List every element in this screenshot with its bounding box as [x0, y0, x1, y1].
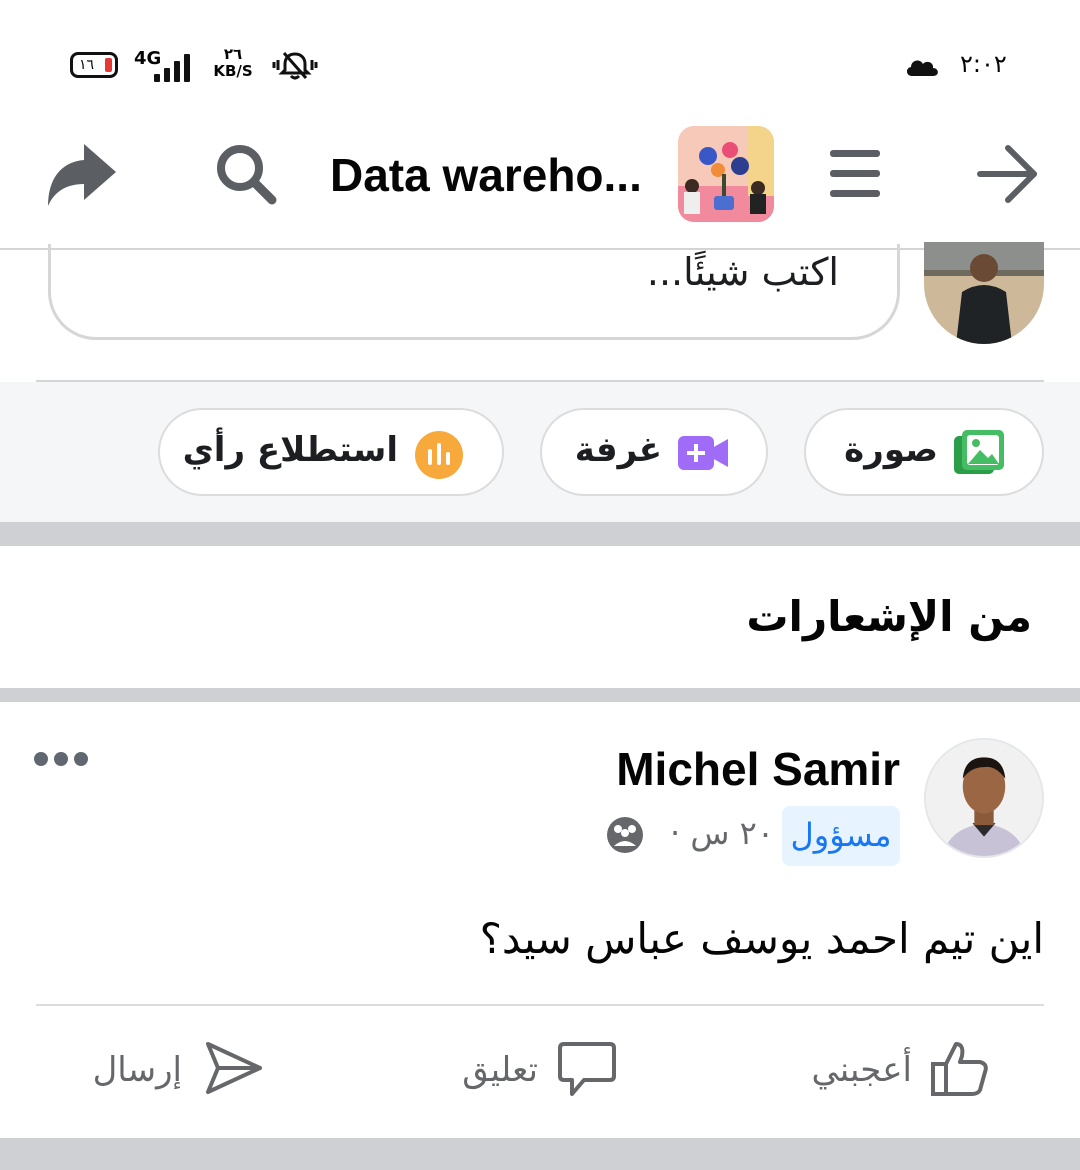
speed-value: ٢٦	[223, 45, 243, 63]
cloud-icon	[906, 60, 938, 76]
quick-actions-bar: صورة غرفة استطلاع رأي	[0, 382, 1080, 522]
poll-button-label: استطلاع رأي	[182, 430, 398, 470]
group-header: Data wareho...	[0, 120, 1080, 250]
battery-level: ١٦	[79, 57, 95, 73]
video-plus-icon	[678, 436, 728, 470]
poll-icon	[415, 431, 463, 479]
post-text: اين تيم احمد يوسف عباس سيد؟	[479, 914, 1044, 963]
menu-icon[interactable]	[830, 148, 880, 200]
share-icon[interactable]	[44, 140, 118, 210]
photo-button[interactable]: صورة	[804, 408, 1044, 496]
post-card: Michel Samir مسؤول ٢٠ س · اين تيم احمد ي…	[0, 702, 1080, 1138]
network-speed: ٢٦ KB/S	[210, 46, 256, 80]
divider	[36, 1004, 1044, 1006]
author-name[interactable]: Michel Samir	[616, 742, 900, 796]
battery-icon: ١٦	[70, 52, 118, 78]
speed-unit: KB/S	[213, 62, 253, 80]
composer: اكتب شيئًا...	[0, 242, 1080, 382]
poll-button[interactable]: استطلاع رأي	[158, 408, 504, 496]
muted-bell-icon	[272, 52, 318, 80]
room-button[interactable]: غرفة	[540, 408, 768, 496]
post-input-placeholder: اكتب شيئًا...	[646, 250, 839, 294]
send-button[interactable]: إرسال	[92, 1038, 266, 1100]
notifications-section: من الإشعارات	[0, 546, 1080, 688]
comment-icon	[558, 1042, 616, 1096]
room-button-label: غرفة	[574, 430, 662, 470]
thumbs-up-icon	[931, 1042, 988, 1096]
current-user-avatar[interactable]	[924, 242, 1044, 344]
comment-label: تعليق	[462, 1050, 538, 1090]
send-label: إرسال	[92, 1050, 182, 1090]
status-bar: ١٦ 4G ٢٦ KB/S ٢:٠٢	[0, 0, 1080, 120]
author-avatar[interactable]	[924, 738, 1044, 858]
group-audience-icon	[607, 817, 643, 853]
search-icon[interactable]	[214, 142, 278, 206]
send-icon	[206, 1042, 262, 1094]
like-label: أعجبني	[811, 1050, 912, 1090]
section-separator	[0, 522, 1080, 546]
photo-button-label: صورة	[844, 430, 938, 470]
section-separator	[0, 1138, 1080, 1170]
post-time[interactable]: ٢٠ س ·	[650, 814, 774, 852]
signal-icon	[152, 52, 192, 82]
section-separator	[0, 688, 1080, 702]
like-button[interactable]: أعجبني	[808, 1038, 992, 1100]
comment-button[interactable]: تعليق	[462, 1038, 618, 1100]
more-options-icon[interactable]	[34, 752, 88, 768]
group-title[interactable]: Data wareho...	[330, 146, 660, 204]
admin-badge: مسؤول	[782, 806, 900, 866]
group-cover-thumbnail[interactable]	[678, 126, 774, 222]
back-arrow-icon[interactable]	[976, 144, 1040, 204]
section-title: من الإشعارات	[746, 592, 1032, 641]
photo-icon	[954, 430, 1004, 474]
clock: ٢:٠٢	[960, 50, 1007, 78]
post-input[interactable]: اكتب شيئًا...	[48, 244, 900, 340]
